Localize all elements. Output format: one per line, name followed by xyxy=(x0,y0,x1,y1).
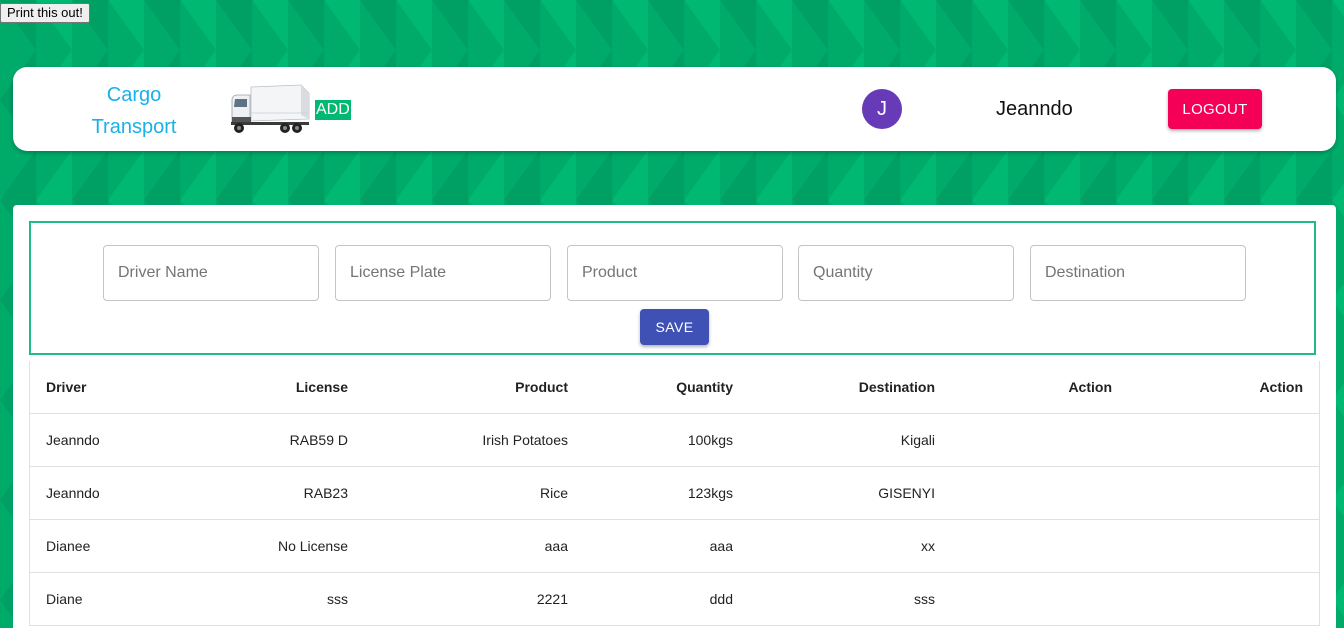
cell-action-1[interactable] xyxy=(951,572,1128,626)
table-row: Jeanndo RAB23 Rice 123kgs GISENYI xyxy=(30,466,1319,520)
cell-action-1[interactable] xyxy=(951,519,1128,573)
table-header-row: Driver License Product Quantity Destinat… xyxy=(30,361,1319,414)
table-row: Diane sss 2221 ddd sss xyxy=(30,572,1319,626)
cell-driver: Dianee xyxy=(30,519,172,573)
save-button[interactable]: SAVE xyxy=(640,309,709,345)
cell-action-2[interactable] xyxy=(1128,466,1319,520)
logout-button[interactable]: LOGOUT xyxy=(1168,89,1262,129)
cell-driver: Jeanndo xyxy=(30,413,172,467)
table-row: Jeanndo RAB59 D Irish Potatoes 100kgs Ki… xyxy=(30,413,1319,467)
cell-driver: Diane xyxy=(30,572,172,626)
header-action-2: Action xyxy=(1128,361,1319,414)
cell-quantity: ddd xyxy=(584,572,749,626)
avatar-icon[interactable]: J xyxy=(862,89,902,129)
table-row: Dianee No License aaa aaa xx xyxy=(30,519,1319,573)
cell-quantity: 100kgs xyxy=(584,413,749,467)
cell-product: 2221 xyxy=(364,572,584,626)
cell-quantity: 123kgs xyxy=(584,466,749,520)
add-link[interactable]: ADD xyxy=(315,100,351,120)
cell-product: aaa xyxy=(364,519,584,573)
header-license[interactable]: License xyxy=(172,361,364,414)
brand-logo-text[interactable]: Cargo Transport xyxy=(83,79,185,143)
cell-license: RAB23 xyxy=(172,466,364,520)
cell-quantity: aaa xyxy=(584,519,749,573)
destination-input[interactable] xyxy=(1030,245,1246,301)
cell-driver: Jeanndo xyxy=(30,466,172,520)
cell-destination: sss xyxy=(749,572,951,626)
driver-name-input[interactable] xyxy=(103,245,319,301)
header-quantity[interactable]: Quantity xyxy=(584,361,749,414)
license-plate-input[interactable] xyxy=(335,245,551,301)
header-action-1: Action xyxy=(951,361,1128,414)
cell-license: sss xyxy=(172,572,364,626)
header-destination[interactable]: Destination xyxy=(749,361,951,414)
cell-action-2[interactable] xyxy=(1128,519,1319,573)
main-content-card: SAVE Driver License Product Quantity Des… xyxy=(13,205,1336,628)
header-bar: Cargo Transport ADD J Jeanndo LOGOUT xyxy=(13,67,1336,151)
cell-action-1[interactable] xyxy=(951,413,1128,467)
cargo-table-container: Driver License Product Quantity Destinat… xyxy=(29,361,1320,626)
brand-line-1: Cargo xyxy=(106,84,162,106)
print-button[interactable]: Print this out! xyxy=(0,3,90,23)
username-label: Jeanndo xyxy=(996,98,1073,120)
quantity-input[interactable] xyxy=(798,245,1014,301)
cell-product: Irish Potatoes xyxy=(364,413,584,467)
cell-product: Rice xyxy=(364,466,584,520)
cell-license: RAB59 D xyxy=(172,413,364,467)
truck-image xyxy=(231,84,310,133)
product-input[interactable] xyxy=(567,245,783,301)
cell-license: No License xyxy=(172,519,364,573)
cargo-entry-form: SAVE xyxy=(29,221,1316,355)
cell-destination: xx xyxy=(749,519,951,573)
cell-action-2[interactable] xyxy=(1128,413,1319,467)
cell-destination: Kigali xyxy=(749,413,951,467)
cell-destination: GISENYI xyxy=(749,466,951,520)
header-product[interactable]: Product xyxy=(364,361,584,414)
cell-action-2[interactable] xyxy=(1128,572,1319,626)
cargo-table: Driver License Product Quantity Destinat… xyxy=(30,361,1319,626)
header-driver[interactable]: Driver xyxy=(30,361,172,414)
brand-line-2: Transport xyxy=(91,116,177,138)
cell-action-1[interactable] xyxy=(951,466,1128,520)
